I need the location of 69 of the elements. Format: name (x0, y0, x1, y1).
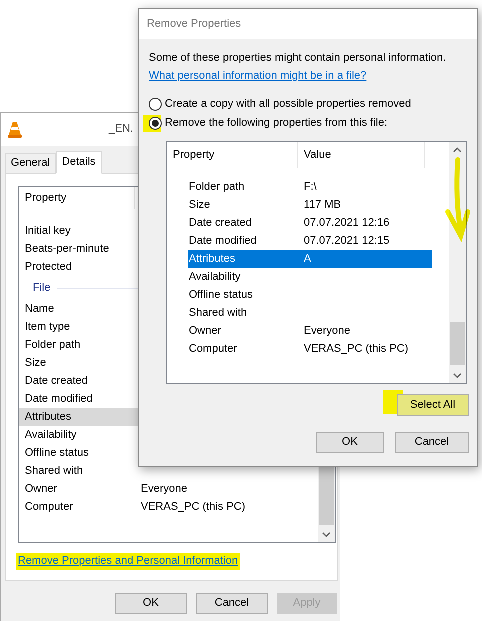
property-name: Availability (188, 270, 242, 285)
tab[interactable]: Details (56, 151, 102, 174)
property-name: Item type (24, 320, 72, 335)
dialog-button[interactable]: OK (115, 593, 187, 614)
property-name: Name (24, 302, 56, 317)
traffic-cone-icon (7, 120, 23, 138)
property-value: 07.07.2021 12:16 (304, 216, 390, 231)
property-value: VERAS_PC (this PC) (140, 500, 246, 515)
property-row[interactable]: Owner Everyone (188, 322, 432, 340)
property-name: Availability (24, 428, 78, 443)
property-name: Date modified (188, 234, 258, 249)
property-name: Computer (24, 500, 74, 515)
group-heading: File (33, 280, 51, 296)
column-header[interactable]: Property (19, 187, 135, 209)
scroll-down-icon[interactable] (453, 373, 462, 379)
remove-properties-link[interactable]: Remove Properties and Personal Information (18, 554, 238, 568)
property-name: Date modified (24, 392, 94, 407)
dialog-button[interactable]: Cancel (196, 593, 268, 614)
property-name: Folder path (24, 338, 82, 353)
property-name: Beats-per-minute (24, 242, 110, 257)
property-name: Computer (188, 342, 238, 357)
property-value: F:\ (304, 180, 317, 195)
property-value: 07.07.2021 12:15 (304, 234, 390, 249)
property-name: Size (188, 198, 212, 213)
property-row[interactable]: Shared with (188, 304, 432, 322)
property-row[interactable]: Offline status (188, 286, 432, 304)
property-value: VERAS_PC (this PC) (304, 342, 409, 357)
intro-text: Some of these properties might contain personal information. (149, 51, 448, 66)
property-value: 117 MB (304, 198, 342, 213)
property-name: Initial key (24, 224, 72, 239)
window-title: _EN. (109, 122, 134, 138)
scroll-down-icon[interactable] (322, 532, 331, 538)
property-name: Date created (188, 216, 253, 231)
property-row[interactable]: Computer VERAS_PC (this PC) (188, 340, 432, 358)
tab[interactable]: General (5, 153, 56, 173)
property-row[interactable]: Date created 07.07.2021 12:16 (188, 214, 432, 232)
personal-info-link[interactable]: What personal information might be in a file? (149, 67, 367, 85)
scroll-thumb[interactable] (319, 467, 334, 525)
scroll-thumb[interactable] (450, 322, 465, 365)
property-row[interactable]: Availability (188, 268, 432, 286)
column-header[interactable]: Value (298, 142, 425, 168)
property-value: Everyone (304, 324, 350, 339)
dialog-title: Remove Properties (147, 16, 242, 32)
property-name: Owner (188, 324, 222, 339)
property-name: Size (24, 356, 48, 371)
radio-option[interactable]: Remove the following properties from this file: (149, 114, 388, 133)
property-value: A (304, 252, 312, 267)
select-all-button[interactable]: Select All (397, 394, 469, 416)
property-name: Protected (24, 260, 74, 275)
property-name: Offline status (24, 446, 90, 461)
property-name: Owner (24, 482, 58, 497)
property-name: Attributes (188, 252, 236, 267)
property-row[interactable]: Attributes A (188, 250, 432, 268)
property-row[interactable]: Folder path F:\ (188, 178, 432, 196)
property-name: Shared with (24, 464, 84, 479)
property-name: Folder path (188, 180, 246, 195)
dialog-button[interactable]: Cancel (395, 432, 469, 453)
scroll-up-icon[interactable] (453, 147, 462, 153)
property-value: Everyone (140, 482, 188, 497)
property-name: Attributes (24, 410, 72, 425)
dialog-button[interactable]: OK (316, 432, 384, 453)
property-name: Offline status (188, 288, 254, 303)
radio-option[interactable]: Create a copy with all possible properties removed (149, 95, 412, 114)
property-name: Shared with (188, 306, 248, 321)
property-row[interactable]: Date modified 07.07.2021 12:15 (188, 232, 432, 250)
column-header[interactable]: Property (167, 142, 298, 168)
radio-button[interactable] (149, 98, 162, 111)
property-name: Date created (24, 374, 89, 389)
property-row[interactable]: Size 117 MB (188, 196, 432, 214)
